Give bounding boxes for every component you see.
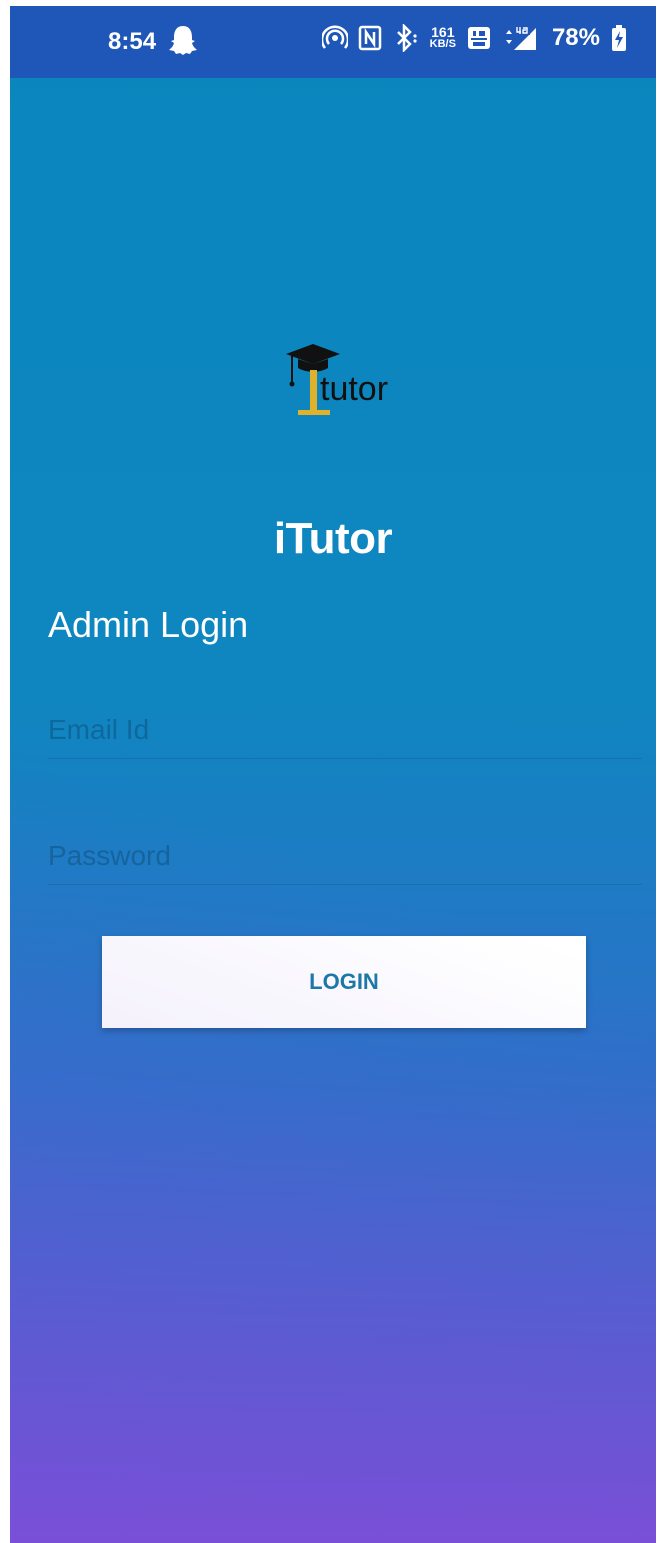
status-time: 8:54 [108, 28, 157, 55]
email-input[interactable] [48, 702, 642, 758]
snapchat-ghost-icon [169, 26, 197, 55]
hotspot-icon [321, 25, 348, 49]
status-icons: 161 KB/S 78% [321, 24, 628, 52]
app-title: iTutor [273, 514, 393, 563]
login-button[interactable]: LOGIN [102, 936, 586, 1028]
signal-4g-icon [505, 26, 536, 50]
itutor-logo: tutor [284, 340, 414, 420]
status-bar: 8:54 161 KB/S 78% [10, 6, 656, 78]
admin-login-heading: Admin Login [48, 604, 249, 645]
app-screen: 8:54 161 KB/S 78% tutor iTutor Admin Log… [10, 6, 656, 1543]
network-speed-unit: KB/S [429, 38, 456, 50]
email-field-container [48, 702, 642, 759]
password-input[interactable] [48, 828, 642, 884]
nfc-icon [358, 25, 381, 51]
bluetooth-icon [396, 24, 417, 52]
battery-percent: 78% [551, 24, 600, 51]
password-field-container [48, 828, 642, 885]
logo-wordmark: tutor [320, 370, 389, 408]
network-speed: 161 KB/S [429, 24, 456, 50]
network-speed-value: 161 [431, 24, 455, 40]
volte-icon [467, 27, 490, 49]
battery-charging-icon [612, 25, 626, 51]
